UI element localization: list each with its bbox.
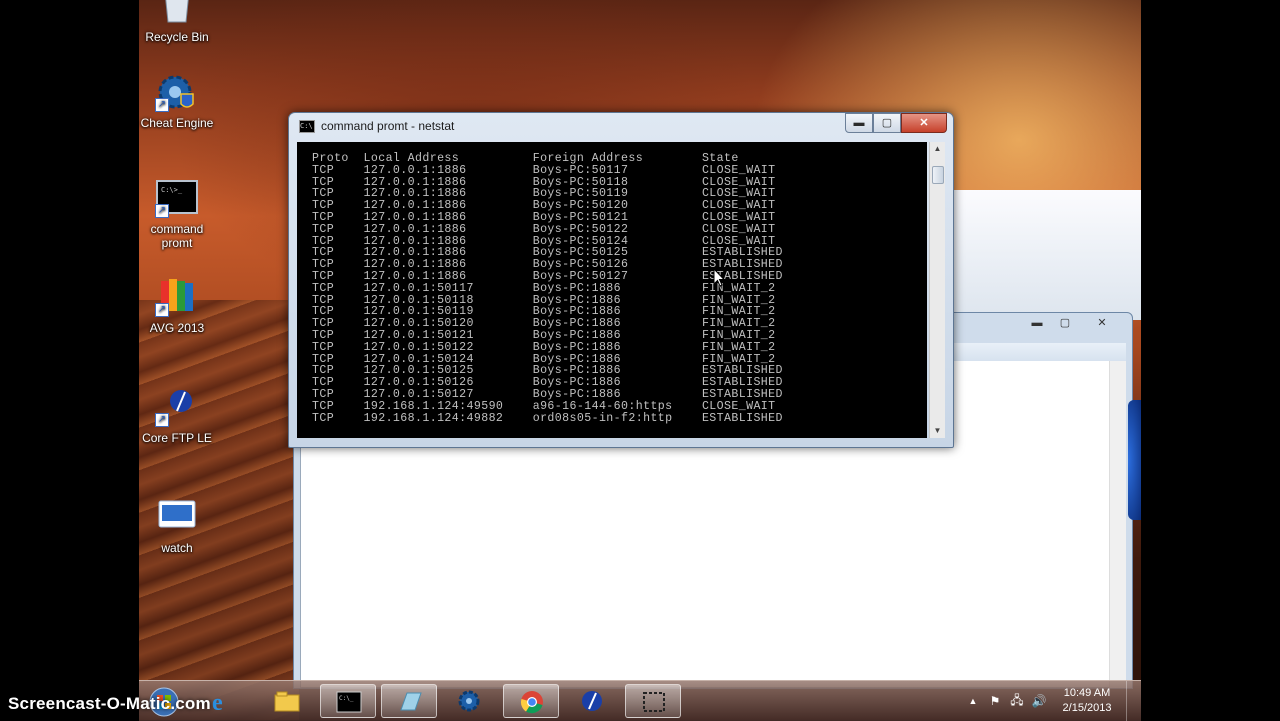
close-button[interactable]: ✕: [901, 113, 947, 133]
clock-date: 2/15/2013: [1062, 702, 1112, 714]
desktop-icon-recycle-bin[interactable]: Recycle Bin: [135, 0, 219, 44]
desktop-icon-command-promt[interactable]: C:\>_ ↗ command promt: [135, 178, 219, 250]
maximize-button[interactable]: ▢: [873, 113, 901, 133]
maximize-button[interactable]: ▢: [1052, 315, 1078, 331]
core-ftp-icon: [582, 691, 602, 711]
taskbar-cheat-engine-button[interactable]: [442, 684, 498, 718]
desktop-icon-label: command promt: [150, 222, 204, 250]
notepad-icon: [400, 692, 422, 711]
desktop-icon-avg-2013[interactable]: ↗ AVG 2013: [135, 277, 219, 335]
minimize-button[interactable]: ▬: [1024, 315, 1050, 331]
window-title-bar[interactable]: C:\ command promt - netstat: [299, 119, 454, 133]
scroll-down-arrow-icon[interactable]: ▼: [930, 424, 945, 438]
desktop-icon-core-ftp-le[interactable]: ↗ Core FTP LE: [135, 387, 219, 445]
windows-explorer-icon: [274, 691, 300, 712]
taskbar-explorer-button[interactable]: [259, 684, 315, 718]
desktop-gadget[interactable]: [1128, 400, 1141, 520]
show-desktop-button[interactable]: [1126, 681, 1141, 721]
desktop-icon-label: Recycle Bin: [145, 30, 209, 44]
caption-buttons: ▬ ▢ ✕: [845, 113, 947, 133]
internet-explorer-icon: e: [212, 690, 223, 713]
console-scrollbar[interactable]: ▲ ▼: [929, 142, 945, 438]
watch-video-icon: [155, 497, 199, 537]
desktop-icon-label: AVG 2013: [149, 321, 205, 335]
taskbar-chrome-button[interactable]: [503, 684, 559, 718]
window-title: command promt - netstat: [321, 119, 455, 133]
cheat-engine-icon: ↗: [155, 72, 199, 112]
background-window-toolbar: [954, 343, 1126, 361]
desktop-icon-cheat-engine[interactable]: ↗ Cheat Engine: [135, 72, 219, 130]
taskbar-notepad-button[interactable]: [381, 684, 437, 718]
desktop-icon-label: Cheat Engine: [140, 116, 214, 130]
wallpaper-sky: [954, 190, 1141, 320]
vertical-scrollbar[interactable]: [1109, 361, 1126, 688]
volume-icon[interactable]: 🔊: [1028, 694, 1050, 708]
core-ftp-icon: ↗: [155, 387, 199, 427]
shortcut-arrow-icon: ↗: [155, 204, 169, 218]
clock[interactable]: 10:49 AM 2/15/2013: [1054, 686, 1120, 716]
command-prompt-icon: C:\>_ ↗: [155, 178, 199, 218]
snipping-tool-icon: [643, 692, 665, 712]
shortcut-arrow-icon: ↗: [155, 413, 169, 427]
show-hidden-icons-button[interactable]: ▲: [962, 696, 984, 706]
action-center-flag-icon[interactable]: ⚑: [984, 694, 1006, 708]
command-prompt-window[interactable]: C:\ command promt - netstat ▬ ▢ ✕ Proto …: [288, 112, 954, 448]
close-button[interactable]: ✕: [1089, 315, 1115, 331]
desktop-icon-label: Core FTP LE: [142, 431, 212, 445]
taskbar-core-ftp-button[interactable]: [564, 684, 620, 718]
taskbar-snipping-button[interactable]: [625, 684, 681, 718]
cheat-engine-icon: [458, 690, 480, 712]
recycle-bin-icon: [155, 0, 199, 26]
clock-time: 10:49 AM: [1063, 687, 1111, 699]
svg-text:C:\_: C:\_: [339, 695, 354, 702]
scroll-up-arrow-icon[interactable]: ▲: [930, 142, 945, 156]
shortcut-arrow-icon: ↗: [155, 303, 169, 317]
console-line: TCP 192.168.1.124:49882 ord08s05-in-f2:h…: [312, 411, 783, 425]
shortcut-arrow-icon: ↗: [155, 98, 169, 112]
minimize-button[interactable]: ▬: [845, 113, 873, 133]
desktop-icon-label: watch: [161, 541, 193, 555]
network-icon[interactable]: 🖧: [1006, 691, 1028, 712]
screencast-watermark: Screencast-O-Matic.com: [8, 694, 211, 713]
chrome-icon: [520, 691, 543, 714]
console-output[interactable]: Proto Local Address Foreign Address Stat…: [297, 142, 927, 438]
console-text: Proto Local Address Foreign Address Stat…: [297, 142, 927, 424]
avg-icon: ↗: [155, 277, 199, 317]
desktop-icon-watch[interactable]: watch: [135, 497, 219, 555]
svg-text:e: e: [212, 690, 223, 713]
taskbar: e C:\_ ▲ ⚑ 🖧 🔊 10:49 AM 2/15/2013: [139, 680, 1141, 721]
system-tray: ▲ ⚑ 🖧 🔊 10:49 AM 2/15/2013: [962, 681, 1141, 721]
svg-text:C:\>_: C:\>_: [161, 186, 183, 194]
taskbar-cmd-button[interactable]: C:\_: [320, 684, 376, 718]
command-prompt-icon: C:\_: [336, 691, 362, 713]
command-prompt-icon: C:\: [299, 119, 315, 133]
scroll-thumb[interactable]: [932, 166, 944, 184]
